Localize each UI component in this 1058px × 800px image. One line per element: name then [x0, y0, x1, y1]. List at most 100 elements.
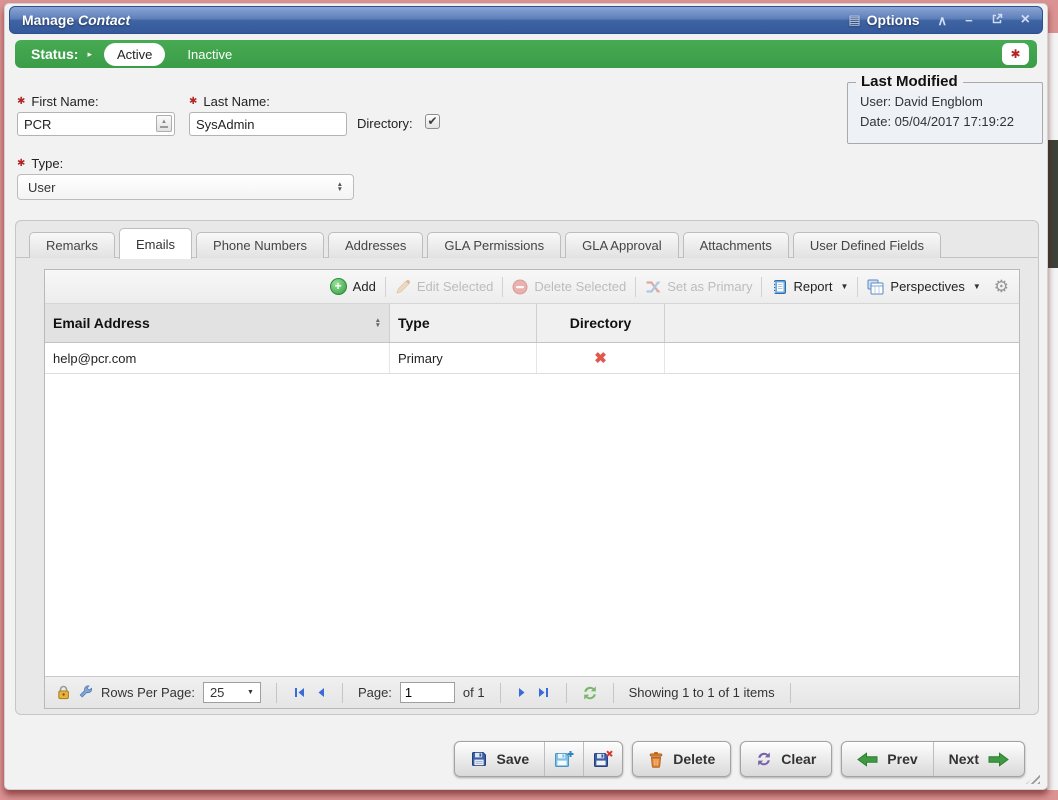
- last-modified-fieldset: Last Modified User: David Engblom Date: …: [847, 82, 1043, 144]
- table-row[interactable]: help@pcr.com Primary ✖: [45, 343, 1019, 374]
- footer-divider: [613, 683, 614, 703]
- save-button[interactable]: Save: [455, 742, 545, 776]
- footer-divider: [790, 683, 791, 703]
- save-and-new-button[interactable]: [544, 742, 583, 776]
- required-icon: ✱: [189, 96, 197, 107]
- crossed-arrows-icon: [645, 279, 661, 295]
- next-button[interactable]: Next: [933, 742, 1024, 776]
- popout-icon-glyph: [991, 13, 1003, 25]
- trash-icon: [648, 751, 664, 768]
- edit-selected-button[interactable]: Edit Selected: [395, 279, 494, 295]
- tab-remarks[interactable]: Remarks: [29, 232, 115, 258]
- delete-button[interactable]: Delete: [633, 742, 730, 776]
- grid-header: Email Address ▲ ▼ Type Directory: [45, 304, 1019, 343]
- next-page-icon: [516, 686, 529, 699]
- column-header-type[interactable]: Type: [390, 304, 537, 342]
- dialog-titlebar[interactable]: Manage Contact ▤ Options ∧ − ×: [9, 6, 1043, 34]
- refresh-button[interactable]: [582, 685, 598, 701]
- minimize-icon[interactable]: −: [965, 14, 973, 27]
- clear-icon: [756, 751, 772, 767]
- first-name-input[interactable]: [17, 112, 175, 136]
- set-as-primary-button[interactable]: Set as Primary: [645, 279, 752, 295]
- last-modified-date: Date: 05/04/2017 17:19:22: [860, 114, 1042, 129]
- directory-checkbox[interactable]: ✔: [425, 114, 440, 129]
- options-label: Options: [867, 12, 920, 28]
- toolbar-divider: [857, 277, 858, 297]
- type-select-value: User: [28, 180, 55, 195]
- dialog-title-entity: Contact: [78, 12, 130, 28]
- last-name-input[interactable]: [189, 112, 347, 136]
- page-number-input[interactable]: [400, 682, 455, 703]
- first-page-icon: [292, 686, 306, 699]
- tab-user-defined-fields[interactable]: User Defined Fields: [793, 232, 941, 258]
- tab-attachments[interactable]: Attachments: [683, 232, 789, 258]
- save-and-new-icon: [554, 750, 574, 768]
- wrench-icon[interactable]: [78, 685, 93, 700]
- required-icon: ✱: [17, 158, 25, 169]
- status-arrow-icon: ▸: [87, 49, 92, 60]
- tab-phone-numbers[interactable]: Phone Numbers: [196, 232, 324, 258]
- popout-icon[interactable]: [991, 13, 1003, 27]
- tab-emails[interactable]: Emails: [119, 228, 192, 259]
- last-page-icon: [537, 686, 551, 699]
- lock-icon[interactable]: [57, 685, 70, 700]
- pencil-icon: [395, 279, 411, 295]
- check-icon: ✔: [427, 114, 437, 128]
- rows-per-page-select[interactable]: 25 ▼: [203, 682, 261, 703]
- type-select[interactable]: User ▲ ▼: [17, 174, 354, 200]
- required-fields-button[interactable]: ✱: [1002, 43, 1029, 65]
- tab-gla-approval[interactable]: GLA Approval: [565, 232, 679, 258]
- prev-next-button-group: Prev Next: [841, 741, 1025, 777]
- add-plus-icon: +: [330, 278, 347, 295]
- type-label: ✱ Type:: [17, 156, 63, 171]
- options-list-icon: ▤: [848, 12, 860, 28]
- toolbar-divider: [635, 277, 636, 297]
- x-mark-icon: ✖: [594, 349, 607, 367]
- clear-button[interactable]: Clear: [741, 742, 831, 776]
- asterisk-icon: ✱: [1010, 47, 1020, 61]
- resize-handle[interactable]: [1026, 772, 1040, 784]
- add-button[interactable]: + Add: [330, 278, 376, 295]
- prev-page-button[interactable]: [314, 686, 327, 699]
- dialog-title-prefix: Manage: [22, 12, 74, 28]
- last-page-button[interactable]: [537, 686, 551, 699]
- status-option-inactive[interactable]: Inactive: [187, 47, 232, 62]
- footer-divider: [276, 683, 277, 703]
- footer-divider: [500, 683, 501, 703]
- last-modified-title: Last Modified: [856, 73, 963, 90]
- collapse-icon[interactable]: ∧: [938, 14, 948, 27]
- first-name-label: ✱ First Name:: [17, 94, 99, 109]
- perspectives-button[interactable]: Perspectives ▼: [867, 279, 980, 295]
- detail-tabs-panel: Remarks Emails Phone Numbers Addresses G…: [15, 220, 1039, 715]
- close-icon[interactable]: ×: [1021, 12, 1030, 28]
- prev-button[interactable]: Prev: [842, 742, 932, 776]
- options-menu-button[interactable]: ▤ Options: [848, 12, 919, 28]
- tab-strip: Remarks Emails Phone Numbers Addresses G…: [16, 221, 1038, 258]
- tab-addresses[interactable]: Addresses: [328, 232, 423, 258]
- save-and-close-button[interactable]: [583, 742, 622, 776]
- page-of-label: of 1: [463, 685, 485, 700]
- arrow-right-icon: [988, 752, 1009, 767]
- report-button[interactable]: Report ▼: [771, 279, 848, 295]
- cell-email: help@pcr.com: [45, 343, 390, 373]
- grid-toolbar: + Add Edit Selected: [45, 270, 1019, 304]
- toolbar-divider: [502, 277, 503, 297]
- next-page-button[interactable]: [516, 686, 529, 699]
- toolbar-divider: [761, 277, 762, 297]
- report-icon: [771, 279, 787, 295]
- lookup-icon[interactable]: ▲: [156, 115, 172, 132]
- select-spinner-icon: ▲ ▼: [337, 182, 343, 192]
- gear-icon[interactable]: ⚙: [994, 278, 1009, 295]
- rows-per-page-label: Rows Per Page:: [101, 685, 195, 700]
- tab-gla-permissions[interactable]: GLA Permissions: [427, 232, 561, 258]
- sort-icon[interactable]: ▲ ▼: [375, 318, 381, 328]
- status-option-active[interactable]: Active: [104, 43, 165, 66]
- status-label: Status:: [31, 46, 78, 62]
- last-modified-user: User: David Engblom: [860, 94, 1042, 109]
- delete-selected-button[interactable]: Delete Selected: [512, 279, 626, 295]
- column-header-directory[interactable]: Directory: [537, 304, 665, 342]
- first-page-button[interactable]: [292, 686, 306, 699]
- column-header-email-address[interactable]: Email Address ▲ ▼: [45, 304, 390, 342]
- prev-page-icon: [314, 686, 327, 699]
- showing-items-label: Showing 1 to 1 of 1 items: [629, 685, 775, 700]
